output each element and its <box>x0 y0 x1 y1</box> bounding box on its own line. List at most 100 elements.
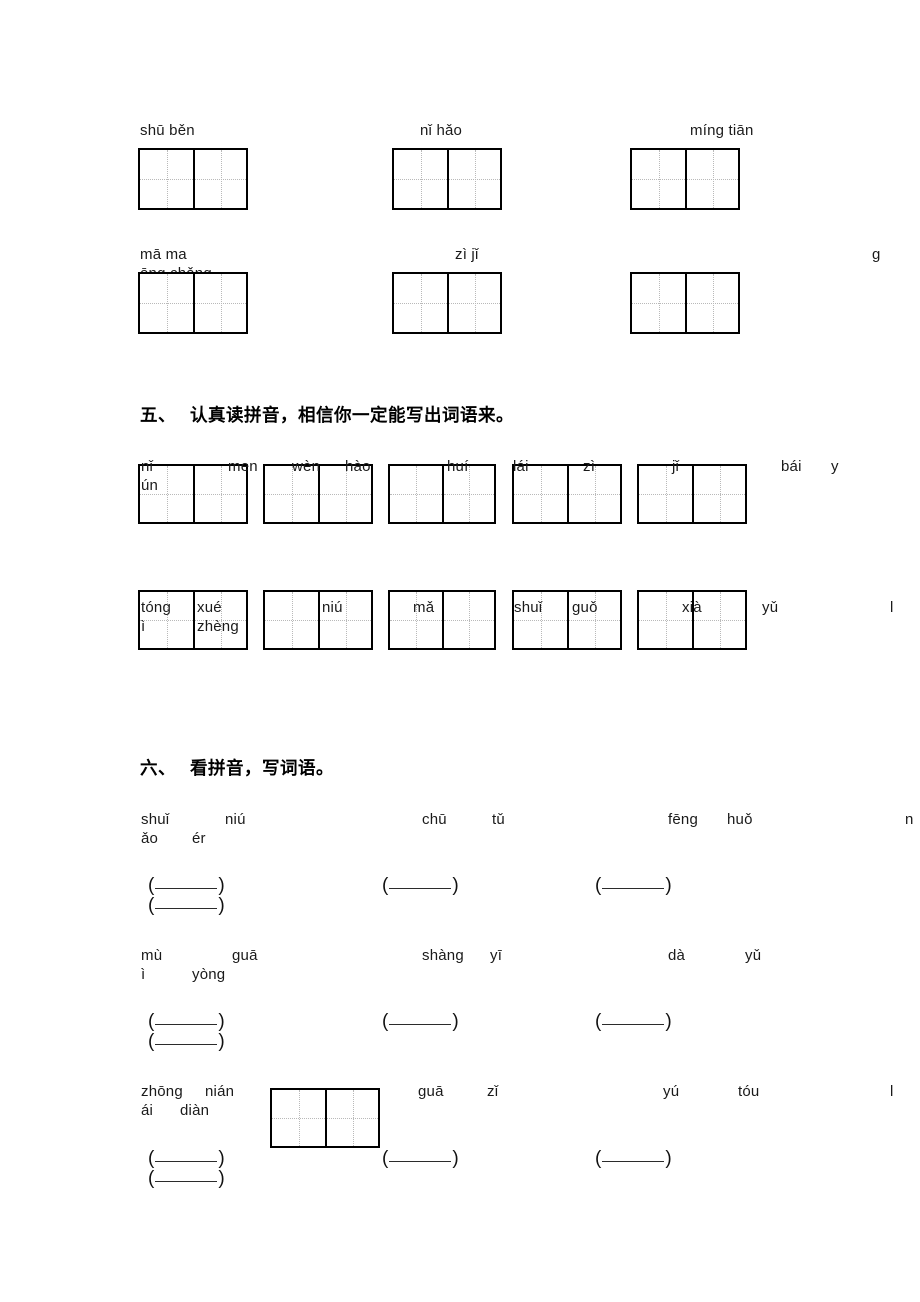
grid-cell[interactable] <box>685 150 738 208</box>
grid-cell[interactable] <box>272 1090 325 1146</box>
pinyin-label: tóng <box>141 599 171 616</box>
pinyin-label-overflow: n <box>905 811 914 828</box>
paren-open: ( <box>382 1148 389 1169</box>
paren-open: ( <box>595 1011 602 1032</box>
writing-grid[interactable] <box>138 272 248 334</box>
pinyin-label-overflow: g <box>872 246 881 263</box>
blank-rule[interactable] <box>155 1161 218 1162</box>
writing-grid[interactable] <box>630 148 740 210</box>
answer-blank[interactable]: () <box>595 1149 672 1169</box>
blank-rule[interactable] <box>389 888 452 889</box>
pinyin-label: shàng <box>422 947 464 964</box>
pinyin-label: chū <box>422 811 447 828</box>
answer-blank[interactable]: () <box>148 1012 225 1032</box>
grid-cell[interactable] <box>639 466 692 522</box>
blank-rule[interactable] <box>155 1181 218 1182</box>
blank-rule[interactable] <box>155 908 218 909</box>
pinyin-label: nǐ hǎo <box>420 122 463 139</box>
grid-cell[interactable] <box>447 150 500 208</box>
answer-blank[interactable]: () <box>148 876 225 896</box>
pinyin-label: niú <box>225 811 246 828</box>
writing-grid[interactable] <box>392 272 502 334</box>
pinyin-label: míng tiān <box>690 122 754 139</box>
answer-blank[interactable]: () <box>148 1149 225 1169</box>
pinyin-label: xué <box>197 599 222 616</box>
paren-open: ( <box>382 875 389 896</box>
writing-grid[interactable] <box>392 148 502 210</box>
writing-grid[interactable] <box>270 1088 380 1148</box>
writing-grid[interactable] <box>388 590 496 650</box>
blank-rule[interactable] <box>602 1024 665 1025</box>
answer-blank[interactable]: () <box>382 1149 459 1169</box>
grid-cell[interactable] <box>140 150 193 208</box>
grid-cell[interactable] <box>632 274 685 332</box>
writing-grid[interactable] <box>388 464 496 524</box>
paren-open: ( <box>148 895 155 916</box>
answer-blank[interactable]: () <box>382 1012 459 1032</box>
blank-rule[interactable] <box>389 1024 452 1025</box>
pinyin-label: zhōng <box>141 1083 183 1100</box>
pinyin-label: shuǐ <box>514 599 543 616</box>
pinyin-label: yī <box>490 947 503 964</box>
pinyin-label-overflow: l <box>890 1083 894 1100</box>
pinyin-label-wrapped: ái <box>141 1102 154 1119</box>
pinyin-label-wrapped: diàn <box>180 1102 210 1119</box>
blank-rule[interactable] <box>155 1044 218 1045</box>
paren-open: ( <box>148 1011 155 1032</box>
grid-cell[interactable] <box>692 466 745 522</box>
pinyin-label: mù <box>141 947 163 964</box>
writing-grid[interactable] <box>637 464 747 524</box>
pinyin-label: yú <box>663 1083 680 1100</box>
grid-cell[interactable] <box>394 150 447 208</box>
section-five-title: 认真读拼音，相信你一定能写出词语来。 <box>190 406 514 426</box>
grid-cell[interactable] <box>632 150 685 208</box>
writing-grid[interactable] <box>138 148 248 210</box>
blank-rule[interactable] <box>389 1161 452 1162</box>
pinyin-label: zǐ <box>487 1083 499 1100</box>
writing-grid[interactable] <box>263 590 373 650</box>
grid-cell[interactable] <box>685 274 738 332</box>
blank-rule[interactable] <box>155 888 218 889</box>
grid-cell[interactable] <box>325 1090 378 1146</box>
grid-cell[interactable] <box>193 150 246 208</box>
grid-cell[interactable] <box>394 274 447 332</box>
section-five-heading: 五、 认真读拼音，相信你一定能写出词语来。 <box>140 404 514 428</box>
pinyin-label-wrapped: ì <box>141 618 146 635</box>
grid-cell[interactable] <box>447 274 500 332</box>
pinyin-label: fēng <box>668 811 698 828</box>
blank-rule[interactable] <box>155 1024 218 1025</box>
pinyin-label: huǒ <box>727 811 753 828</box>
pinyin-label-wrapped: zhèng <box>197 618 239 635</box>
grid-cell[interactable] <box>390 466 442 522</box>
answer-blank[interactable]: () <box>382 876 459 896</box>
paren-close: ) <box>218 1148 225 1169</box>
pinyin-label: tǔ <box>492 811 505 828</box>
answer-blank[interactable]: () <box>595 876 672 896</box>
grid-cell[interactable] <box>140 274 193 332</box>
grid-cell[interactable] <box>193 274 246 332</box>
paren-close: ) <box>452 1148 459 1169</box>
answer-blank[interactable]: () <box>148 1169 225 1189</box>
paren-close: ) <box>665 1148 672 1169</box>
paren-close: ) <box>218 1168 225 1189</box>
grid-cell[interactable] <box>442 592 494 648</box>
answer-blank[interactable]: () <box>148 1032 225 1052</box>
answer-blank[interactable]: () <box>148 896 225 916</box>
paren-open: ( <box>595 875 602 896</box>
grid-cell[interactable] <box>265 592 318 648</box>
blank-rule[interactable] <box>602 1161 665 1162</box>
pinyin-label-overflow: y <box>831 458 839 475</box>
pinyin-label: tóu <box>738 1083 760 1100</box>
blank-rule[interactable] <box>602 888 665 889</box>
writing-grid[interactable] <box>630 272 740 334</box>
pinyin-label: huí <box>447 458 469 475</box>
paren-open: ( <box>148 1031 155 1052</box>
pinyin-label: dà <box>668 947 686 964</box>
paren-close: ) <box>452 875 459 896</box>
paren-close: ) <box>452 1011 459 1032</box>
pinyin-label: lái <box>513 458 529 475</box>
answer-blank[interactable]: () <box>595 1012 672 1032</box>
paren-close: ) <box>665 875 672 896</box>
paren-close: ) <box>218 1011 225 1032</box>
paren-close: ) <box>218 895 225 916</box>
